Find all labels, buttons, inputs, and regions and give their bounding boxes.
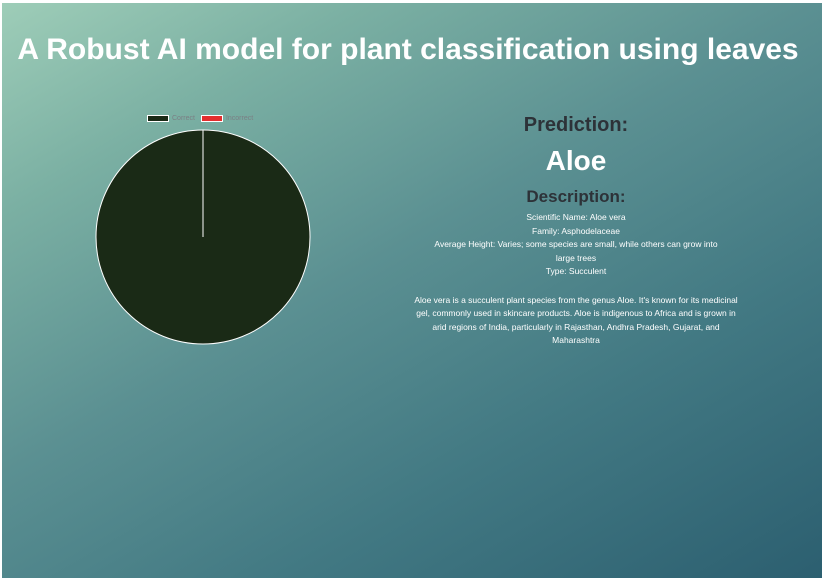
legend-item-incorrect[interactable]: Incorrect: [200, 115, 254, 122]
plant-type: Type: Succulent: [545, 266, 607, 276]
prediction-panel: Prediction: Aloe Description: Scientific…: [400, 111, 752, 356]
pie-chart-canvas: [95, 129, 311, 345]
plant-summary: Aloe vera is a succulent plant species f…: [414, 294, 738, 346]
prediction-value: Aloe: [545, 145, 607, 176]
plant-facts: Scientific Name: Aloe vera Family: Aspho…: [400, 211, 752, 279]
legend-label-correct: Correct: [172, 115, 195, 122]
legend-swatch-correct: [147, 115, 169, 122]
scientific-name: Scientific Name: Aloe vera: [526, 212, 626, 222]
description-heading: Description:: [526, 187, 626, 206]
prediction-heading: Prediction:: [523, 114, 629, 136]
family: Family: Asphodelaceae: [532, 225, 620, 236]
legend-label-incorrect: Incorrect: [225, 115, 254, 122]
chart-legend: Correct Incorrect: [147, 115, 259, 122]
accuracy-pie-chart: Correct Incorrect: [82, 111, 332, 351]
legend-swatch-incorrect: [200, 115, 223, 122]
page-background: A Robust AI model for plant classificati…: [2, 3, 822, 578]
page-title: A Robust AI model for plant classificati…: [17, 33, 799, 66]
legend-item-correct[interactable]: Correct: [147, 115, 195, 122]
average-height: Average Height: Varies; some species are…: [434, 239, 718, 263]
